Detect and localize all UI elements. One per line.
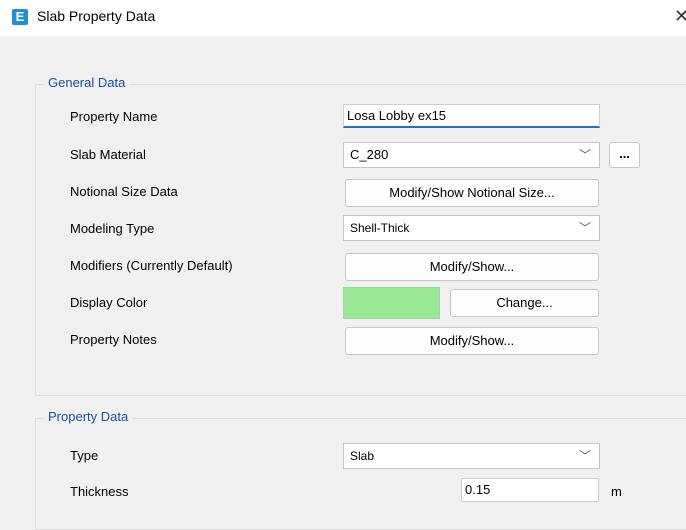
slab-material-label: Slab Material — [70, 147, 146, 162]
etabs-app-icon: E — [12, 9, 28, 25]
type-select[interactable]: Slab ﹀ — [343, 443, 600, 469]
display-color-label: Display Color — [70, 295, 148, 310]
modeling-type-label: Modeling Type — [70, 221, 155, 236]
display-color-swatch — [343, 287, 440, 319]
type-value: Slab — [350, 449, 375, 463]
material-browse-button[interactable]: ... — [609, 142, 640, 168]
type-label: Type — [70, 448, 99, 463]
window-title: Slab Property Data — [37, 8, 156, 24]
modify-notional-size-button[interactable]: Modify/Show Notional Size... — [345, 179, 599, 207]
modifiers-label: Modifiers (Currently Default) — [70, 258, 233, 273]
chevron-down-icon: ﹀ — [578, 148, 591, 162]
modify-modifiers-button[interactable]: Modify/Show... — [345, 253, 599, 281]
modeling-type-select[interactable]: Shell-Thick ﹀ — [343, 215, 600, 241]
slab-material-select[interactable]: C_280 ﹀ — [343, 142, 600, 168]
change-color-button[interactable]: Change... — [450, 289, 599, 317]
property-data-group: Property Data — [35, 409, 686, 530]
thickness-input[interactable]: 0.15 — [461, 478, 599, 502]
thickness-label: Thickness — [70, 484, 129, 499]
close-icon[interactable]: ✕ — [674, 6, 686, 27]
property-data-title: Property Data — [44, 409, 133, 424]
property-name-input[interactable]: Losa Lobby ex15 — [343, 104, 600, 128]
modeling-type-value: Shell-Thick — [350, 221, 410, 235]
chevron-down-icon: ﹀ — [578, 221, 591, 235]
notional-size-label: Notional Size Data — [70, 184, 178, 199]
chevron-down-icon: ﹀ — [578, 449, 591, 463]
property-notes-label: Property Notes — [70, 332, 157, 347]
thickness-unit: m — [611, 484, 622, 499]
slab-material-value: C_280 — [350, 147, 389, 162]
general-data-title: General Data — [44, 75, 130, 90]
title-bar: E Slab Property Data ✕ — [0, 0, 686, 36]
property-name-label: Property Name — [70, 109, 158, 124]
modify-notes-button[interactable]: Modify/Show... — [345, 327, 599, 355]
